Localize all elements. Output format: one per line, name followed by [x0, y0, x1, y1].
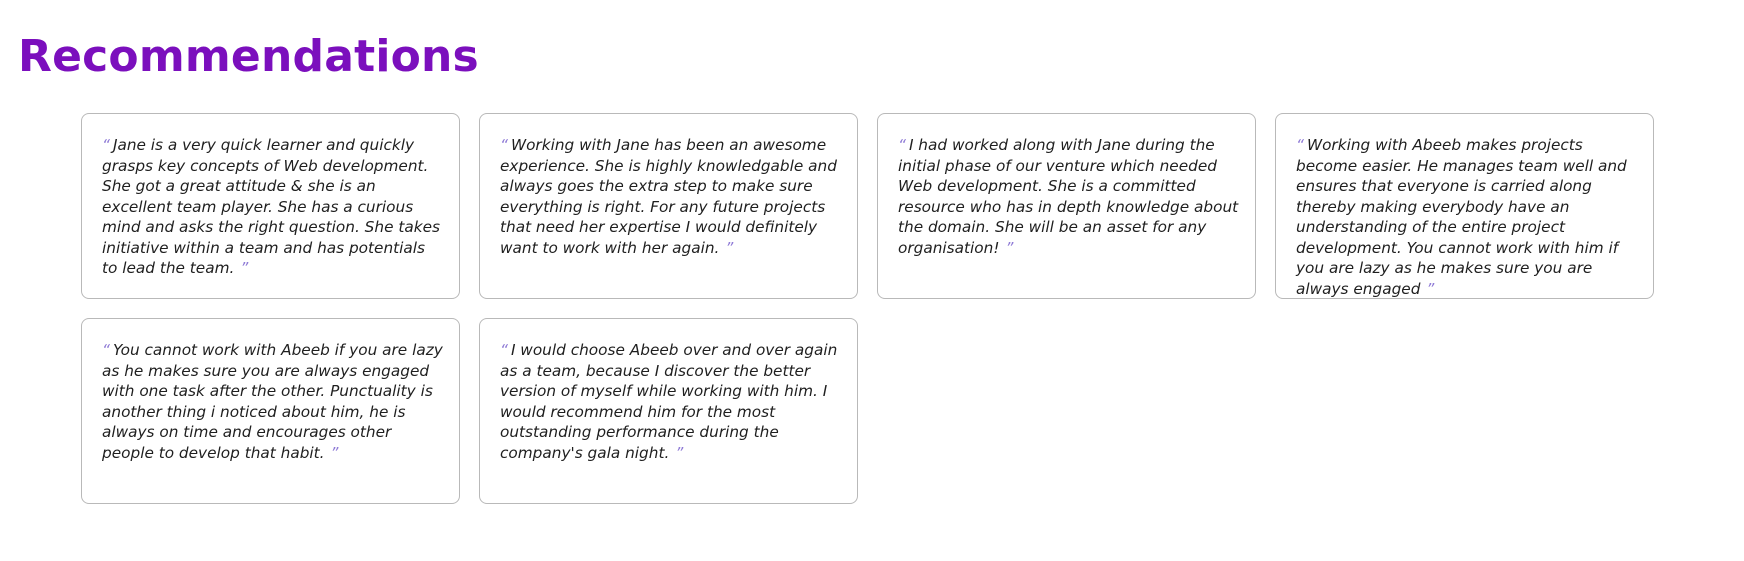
open-quote-icon: “ — [102, 341, 110, 359]
section-title: Recommendations — [18, 31, 479, 82]
recommendation-card: “Working with Abeeb makes projects becom… — [1275, 113, 1654, 299]
recommendations-grid: “Jane is a very quick learner and quickl… — [81, 113, 1656, 504]
close-quote-icon: ” — [725, 238, 734, 257]
recommendation-text: Working with Jane has been an awesome ex… — [500, 136, 837, 257]
close-quote-icon: ” — [330, 443, 339, 462]
close-quote-icon: ” — [1005, 238, 1014, 257]
close-quote-icon: ” — [240, 259, 249, 277]
recommendation-text: Jane is a very quick learner and quickly… — [102, 136, 440, 277]
recommendation-card: “I had worked along with Jane during the… — [877, 113, 1256, 299]
recommendation-quote: “Working with Abeeb makes projects becom… — [1296, 135, 1637, 298]
recommendation-card: “You cannot work with Abeeb if you are l… — [81, 318, 460, 504]
open-quote-icon: “ — [898, 136, 906, 154]
open-quote-icon: “ — [500, 136, 508, 154]
recommendation-text: I had worked along with Jane during the … — [898, 136, 1239, 257]
recommendation-quote: “You cannot work with Abeeb if you are l… — [102, 340, 443, 463]
recommendation-card: “Jane is a very quick learner and quickl… — [81, 113, 460, 299]
recommendation-quote: “Working with Jane has been an awesome e… — [500, 135, 841, 258]
open-quote-icon: “ — [102, 136, 110, 154]
close-quote-icon: ” — [1426, 279, 1435, 298]
recommendations-section: Recommendations “Jane is a very quick le… — [0, 0, 1744, 561]
recommendation-card: “I would choose Abeeb over and over agai… — [479, 318, 858, 504]
recommendation-text: You cannot work with Abeeb if you are la… — [102, 341, 443, 462]
recommendation-text: I would choose Abeeb over and over again… — [500, 341, 838, 462]
recommendation-quote: “Jane is a very quick learner and quickl… — [102, 135, 443, 279]
open-quote-icon: “ — [500, 341, 508, 359]
recommendation-card: “Working with Jane has been an awesome e… — [479, 113, 858, 299]
open-quote-icon: “ — [1296, 136, 1304, 154]
recommendation-text: Working with Abeeb makes projects become… — [1296, 136, 1627, 298]
recommendation-quote: “I had worked along with Jane during the… — [898, 135, 1239, 258]
close-quote-icon: ” — [675, 443, 684, 462]
recommendation-quote: “I would choose Abeeb over and over agai… — [500, 340, 841, 463]
